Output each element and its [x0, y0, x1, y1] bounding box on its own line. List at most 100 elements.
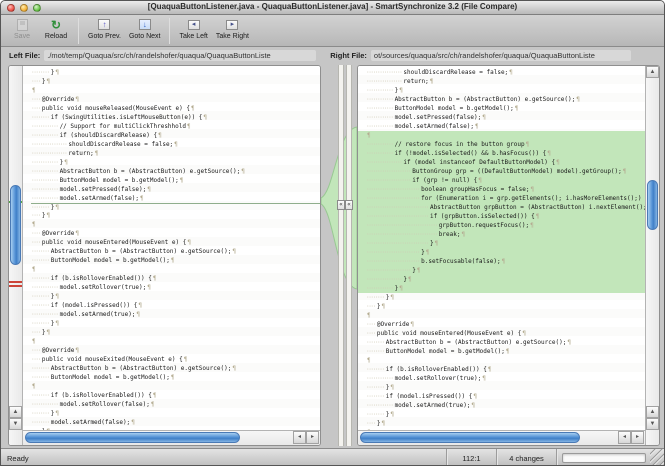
- scroll-up-arrow[interactable]: ▲: [646, 406, 659, 418]
- code-line: ····public void mouseEntered(MouseEvent …: [366, 329, 645, 338]
- goto-prev-icon: ↑: [98, 19, 110, 30]
- diff-gutter: « «: [321, 65, 357, 446]
- code-line: ········}¶: [31, 68, 320, 77]
- code-line: ····@Override¶: [31, 229, 320, 238]
- code-line: ············model.setArmed(false);¶: [31, 194, 320, 203]
- scroll-down-arrow[interactable]: ▼: [9, 418, 22, 430]
- left-file-label: Left File:: [9, 51, 40, 60]
- resize-grip[interactable]: [650, 449, 664, 466]
- right-horizontal-scrollbar[interactable]: ◂ ▸: [358, 430, 645, 445]
- code-line: ························boolean groupHas…: [358, 185, 645, 194]
- reload-button[interactable]: ↻ Reload: [39, 17, 73, 45]
- scroll-up-arrow[interactable]: ▲: [9, 406, 22, 418]
- goto-next-label: Goto Next: [129, 33, 161, 40]
- code-line: ············}¶: [31, 158, 320, 167]
- right-editor-pane[interactable]: ················shouldDiscardRelease = f…: [357, 65, 660, 446]
- left-overview-strip: [338, 65, 344, 446]
- code-line: ············model.setRollover(true);¶: [31, 283, 320, 292]
- scroll-down-arrow[interactable]: ▼: [646, 418, 659, 430]
- code-line: ············model.setRollover(false);¶: [31, 400, 320, 409]
- left-code-view[interactable]: ········}¶····}¶¶····@Override¶····publi…: [23, 66, 320, 430]
- scroll-up-arrow[interactable]: ▲: [646, 66, 659, 78]
- right-vertical-scrollbar[interactable]: ▲ ▲ ▼: [645, 66, 659, 445]
- code-line: ····························}¶: [358, 239, 645, 248]
- code-line: ········ButtonModel model = b.getModel()…: [366, 347, 645, 356]
- code-line: ················return;¶: [366, 77, 645, 86]
- goto-next-icon: ↓: [139, 19, 151, 30]
- code-line: ¶: [31, 86, 320, 95]
- window-title: [QuaquaButtonListener.java - QuaquaButto…: [1, 2, 664, 11]
- merge-to-right-button[interactable]: «: [345, 200, 353, 210]
- reload-icon: ↻: [51, 19, 61, 31]
- code-line: ········AbstractButton b = (AbstractButt…: [31, 364, 320, 373]
- code-line: ········if (b.isRolloverEnabled()) {¶: [366, 365, 645, 374]
- left-horizontal-scrollbar[interactable]: ◂ ▸: [23, 430, 320, 445]
- titlebar[interactable]: [QuaquaButtonListener.java - QuaquaButto…: [1, 1, 664, 15]
- take-left-button[interactable]: ◂ Take Left: [175, 17, 211, 45]
- scroll-left-arrow[interactable]: ◂: [293, 431, 306, 444]
- left-vscroll-thumb[interactable]: [10, 185, 21, 265]
- code-line: ········}¶: [31, 292, 320, 301]
- code-line: ····public void mouseExited(MouseEvent e…: [31, 355, 320, 364]
- code-line: ····}¶: [31, 211, 320, 220]
- save-label: Save: [14, 33, 30, 40]
- right-vscroll-thumb[interactable]: [647, 180, 658, 230]
- diff-marker-red: [9, 281, 22, 283]
- take-left-icon: ◂: [188, 20, 200, 30]
- code-line: ····@Override¶: [31, 95, 320, 104]
- save-button[interactable]: Save: [5, 17, 39, 45]
- code-line: ¶: [31, 337, 320, 346]
- code-line: ············AbstractButton b = (Abstract…: [31, 167, 320, 176]
- code-line: ············model.setArmed(false);¶: [366, 122, 645, 131]
- code-line: ········}¶: [31, 203, 320, 211]
- scroll-left-arrow[interactable]: ◂: [618, 431, 631, 444]
- right-code-view[interactable]: ················shouldDiscardRelease = f…: [358, 66, 645, 430]
- code-line: ············AbstractButton b = (Abstract…: [366, 95, 645, 104]
- code-line: ························for (Enumeration…: [358, 194, 645, 203]
- code-line: ············// Support for multiClickThr…: [31, 122, 320, 131]
- scroll-right-arrow[interactable]: ▸: [631, 431, 644, 444]
- code-line: ····@Override¶: [366, 320, 645, 329]
- scroll-right-arrow[interactable]: ▸: [306, 431, 319, 444]
- code-line: ¶: [358, 131, 645, 140]
- reload-label: Reload: [45, 33, 67, 40]
- code-line: ············}¶: [358, 284, 645, 293]
- take-right-button[interactable]: ▸ Take Right: [212, 17, 253, 45]
- code-line: ········}¶: [366, 383, 645, 392]
- file-label-bar: Left File: ./mot/temp/Quaqua/src/ch/rand…: [1, 47, 664, 64]
- left-hscroll-thumb[interactable]: [25, 432, 240, 443]
- goto-prev-button[interactable]: ↑ Goto Prev.: [84, 17, 125, 45]
- code-line: ································grpButto…: [358, 221, 645, 230]
- code-line: ············if (!model.isSelected() && b…: [358, 149, 645, 158]
- goto-prev-label: Goto Prev.: [88, 33, 121, 40]
- status-cursor-position: 112:1: [446, 449, 496, 466]
- code-line: ········AbstractButton b = (AbstractButt…: [31, 247, 320, 256]
- code-line: ····public void mouseEntered(MouseEvent …: [31, 238, 320, 247]
- goto-next-button[interactable]: ↓ Goto Next: [125, 17, 165, 45]
- code-line: ············model.setRollover(true);¶: [366, 374, 645, 383]
- code-line: ········if (b.isRolloverEnabled()) {¶: [31, 274, 320, 283]
- code-line: ····}¶: [366, 302, 645, 311]
- code-line: ········model.setArmed(false);¶: [31, 418, 320, 427]
- status-change-count: 4 changes: [496, 449, 556, 466]
- right-hscroll-thumb[interactable]: [360, 432, 580, 443]
- code-line: ························b.setFocusable(f…: [358, 257, 645, 266]
- left-editor-pane[interactable]: ▲ ▼ ········}¶····}¶¶····@Override¶····p…: [8, 65, 321, 446]
- code-line: ····}¶: [366, 419, 645, 428]
- code-line: ············model.setArmed(true);¶: [31, 310, 320, 319]
- code-line: ············}¶: [366, 86, 645, 95]
- code-line: ················if (model instanceof Def…: [358, 158, 645, 167]
- toolbar-separator: [169, 18, 170, 44]
- left-file-path[interactable]: ./mot/temp/Quaqua/src/ch/randelshofer/qu…: [44, 50, 316, 61]
- take-right-icon: ▸: [226, 20, 238, 30]
- merge-to-left-button[interactable]: «: [337, 200, 345, 210]
- code-line: ····@Override¶: [31, 346, 320, 355]
- code-line: ¶: [366, 356, 645, 365]
- progress-bar: [562, 453, 646, 463]
- code-line: ············// restore focus in the butt…: [358, 140, 645, 149]
- code-line: ¶: [366, 311, 645, 320]
- left-vertical-scrollbar[interactable]: ▲ ▼: [9, 66, 23, 445]
- right-overview-strip: [346, 65, 352, 446]
- right-file-path[interactable]: ot/sources/quaqua/src/ch/randelshofer/qu…: [371, 50, 631, 61]
- code-line: ¶: [31, 265, 320, 274]
